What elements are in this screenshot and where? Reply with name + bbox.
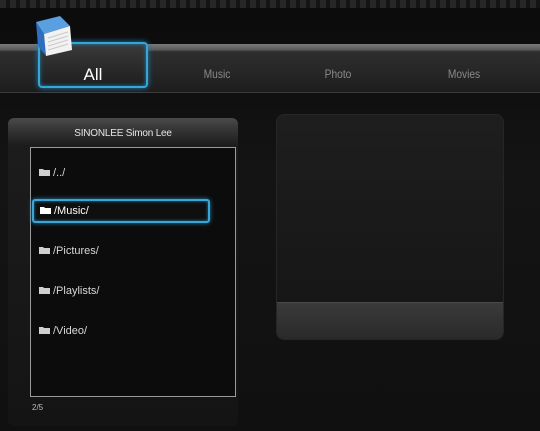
list-item-label: /Playlists/ (53, 285, 100, 297)
folder-icon (39, 287, 50, 295)
top-decoration-strip (0, 0, 540, 8)
preview-panel (276, 114, 504, 340)
tab-photo[interactable]: Photo (311, 60, 365, 88)
list-item-music[interactable]: /Music/ (32, 199, 210, 223)
list-item-pictures[interactable]: /Pictures/ (39, 239, 211, 263)
list-item-label: /../ (53, 167, 66, 179)
folder-icon (39, 327, 50, 335)
file-list: /../ /Music/ /Pictures/ /Playlists/ /Vid… (30, 147, 236, 397)
media-player-screen: All Music Photo Movies SINONLEE Simon Le… (0, 0, 540, 431)
media-library-icon (36, 16, 72, 56)
list-item-label: /Video/ (53, 325, 88, 337)
device-title: SINONLEE Simon Lee (74, 128, 172, 139)
tab-movies[interactable]: Movies (437, 60, 491, 88)
list-item-video[interactable]: /Video/ (39, 319, 211, 343)
folder-icon (39, 169, 50, 177)
list-item-label: /Pictures/ (53, 245, 99, 257)
folder-icon (39, 247, 50, 255)
preview-info-bar (277, 302, 503, 339)
page-count: 2/5 (32, 403, 44, 412)
list-item-label: /Music/ (54, 205, 89, 217)
list-item-playlists[interactable]: /Playlists/ (39, 279, 211, 303)
tab-music[interactable]: Music (190, 60, 244, 88)
folder-icon (40, 207, 51, 215)
list-item-parent[interactable]: /../ (39, 161, 211, 185)
